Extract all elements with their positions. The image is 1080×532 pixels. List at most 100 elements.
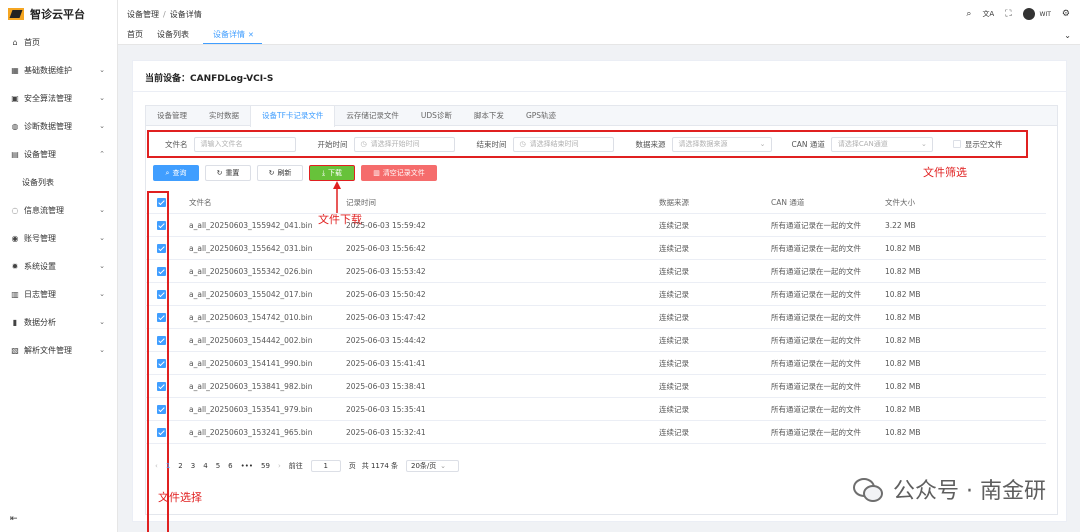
table-row[interactable]: a_all_20250603_153841_982.bin 2025-06-03 … [145,375,1046,398]
breadcrumb-item[interactable]: 设备管理 [127,10,159,19]
translate-icon[interactable]: 文A [982,9,994,19]
file-name-cell: a_all_20250603_154141_990.bin [189,358,313,368]
col-file-name[interactable]: 文件名 [177,197,346,208]
can-channel-select[interactable]: 请选择CAN通道 ⌄ [830,136,933,152]
col-file-size[interactable]: 文件大小 [885,197,985,208]
tab-item[interactable]: 设备TF卡记录文件 [250,106,336,127]
file-name-input[interactable]: 请输入文件名 [193,136,296,152]
settings-icon[interactable]: ⚙ [1062,9,1070,19]
data-source-select[interactable]: 请选择数据来源 ⌄ [671,136,772,152]
annotation-select-box [147,191,169,532]
tab-item[interactable]: UDS诊断 [410,106,463,126]
grid-icon: ▦ [11,65,19,75]
user-icon: ◉ [11,233,19,243]
sidebar-item[interactable]: ▣ 安全算法管理 ⌄ [0,84,117,112]
table-row[interactable]: a_all_20250603_155642_031.bin 2025-06-03 … [145,237,1046,260]
start-time-picker[interactable]: ◷ 请选择开始时间 [353,136,455,152]
sidebar-item[interactable]: ⌂ 首页 [0,28,117,56]
table-row[interactable]: a_all_20250603_155942_041.bin 2025-06-03 … [145,214,1046,237]
table-row[interactable]: a_all_20250603_154742_010.bin 2025-06-03 … [145,306,1046,329]
col-record-time[interactable]: 记录时间 [346,197,659,208]
search-icon[interactable]: ⌕ [966,9,971,19]
page-size-select[interactable]: 20条/页 ⌄ [406,459,460,472]
col-can-channel[interactable]: CAN 通道 [771,197,885,208]
file-name-cell: a_all_20250603_153541_979.bin [189,404,313,414]
page-number[interactable]: 5 [216,462,220,470]
record-time-cell: 2025-06-03 15:44:42 [346,335,426,345]
annotation-filter: 文件筛选 [923,166,967,179]
close-icon[interactable]: ✕ [248,31,254,39]
end-time-picker[interactable]: ◷ 请选择结束时间 [512,136,614,152]
monitor-icon: ◍ [11,121,19,131]
fullscreen-icon[interactable]: ⛶ [1005,9,1011,19]
page-number[interactable]: 59 [261,462,270,470]
sidebar-item[interactable]: ✹ 系统设置 ⌄ [0,252,117,280]
can-channel-cell: 所有通道记录在一起的文件 [771,404,861,414]
query-label: 查询 [172,169,187,177]
sidebar-item[interactable]: ◉ 账号管理 ⌄ [0,224,117,252]
collapse-sidebar-icon[interactable]: ⇤ [10,514,18,524]
sidebar-item[interactable]: ▦ 基础数据维护 ⌄ [0,56,117,84]
page-number[interactable]: ••• [241,462,253,470]
file-name-cell: a_all_20250603_154442_002.bin [189,335,313,345]
table-row[interactable]: a_all_20250603_154141_990.bin 2025-06-03 … [145,352,1046,375]
col-data-source[interactable]: 数据来源 [659,197,771,208]
page-number[interactable]: 2 [178,462,182,470]
table-row[interactable]: a_all_20250603_153241_965.bin 2025-06-03 … [145,421,1046,444]
can-channel-label: CAN 通道 [791,139,825,149]
sidebar-item[interactable]: ◌ 信息流管理 ⌄ [0,196,117,224]
file-size-cell: 10.82 MB [885,243,921,253]
next-page-icon[interactable]: › [278,462,281,470]
user-name[interactable]: WIT [1040,11,1051,18]
tab-item[interactable]: 云存储记录文件 [335,106,410,126]
prev-page-icon[interactable]: ‹ [155,462,158,470]
chevron-down-icon[interactable]: ⌄ [1064,31,1071,40]
reset-button[interactable]: ↻ 重置 [205,165,251,181]
query-button[interactable]: ⌕ 查询 [153,165,199,181]
sidebar-item[interactable]: ▤ 设备管理 ⌃ [0,140,117,168]
app-logo[interactable]: 智诊云平台 [0,0,117,28]
page-number[interactable]: 6 [228,462,232,470]
refresh-button[interactable]: ↻ 刷新 [257,165,303,181]
table-row[interactable]: a_all_20250603_155042_017.bin 2025-06-03 … [145,283,1046,306]
download-button[interactable]: ⤓ 下载 [309,165,355,181]
file-name-cell: a_all_20250603_155042_017.bin [189,289,313,299]
data-source-placeholder: 请选择数据来源 [678,140,728,148]
clock-icon: ◷ [519,140,526,148]
sidebar-item[interactable]: ▮ 数据分析 ⌄ [0,308,117,336]
tab-item[interactable]: GPS轨迹 [515,106,567,126]
sidebar-item[interactable]: ▧ 解析文件管理 ⌄ [0,336,117,364]
table-row[interactable]: a_all_20250603_155342_026.bin 2025-06-03 … [145,260,1046,283]
page-number[interactable]: 1 [166,462,170,470]
tag-home[interactable]: 首页 [127,29,151,44]
record-time-cell: 2025-06-03 15:50:42 [346,289,426,299]
tag-device-detail[interactable]: 设备详情 ✕ [203,29,262,44]
tab-item[interactable]: 设备管理 [146,106,198,126]
clear-records-button[interactable]: ▥ 清空记录文件 [361,165,437,181]
goto-page-input[interactable]: 1 [310,459,341,472]
tags-view: 首页 设备列表 设备详情 ✕ ⌄ [118,28,1080,45]
file-size-cell: 10.82 MB [885,266,921,276]
data-source-cell: 连续记录 [659,358,689,368]
tab-item[interactable]: 脚本下发 [463,106,515,126]
sidebar-item-label: 安全算法管理 [24,93,72,103]
show-empty-checkbox[interactable] [952,140,961,148]
table-row[interactable]: a_all_20250603_153541_979.bin 2025-06-03 … [145,398,1046,421]
sidebar-item[interactable]: ▥ 日志管理 ⌄ [0,280,117,308]
sidebar-item[interactable]: ◍ 诊断数据管理 ⌄ [0,112,117,140]
sidebar-subitem-device-list[interactable]: 设备列表 [0,168,117,196]
page-number[interactable]: 3 [191,462,195,470]
avatar[interactable] [1022,8,1035,20]
tab-item[interactable]: 实时数据 [198,106,250,126]
file-size-cell: 3.22 MB [885,220,916,230]
can-channel-cell: 所有通道记录在一起的文件 [771,427,861,437]
chevron-down-icon: ⌄ [99,122,105,130]
page-number[interactable]: 4 [203,462,207,470]
sidebar-item-label: 日志管理 [24,289,56,299]
filter-form: 文件名 请输入文件名 开始时间 ◷ 请选择开始时间 结束时间 ◷ 请选择结束时间 数… [147,130,1028,158]
tag-device-list[interactable]: 设备列表 [157,29,197,44]
data-source-cell: 连续记录 [659,312,689,322]
download-label: 下载 [328,169,343,177]
start-time-placeholder: 请选择开始时间 [370,140,420,148]
table-row[interactable]: a_all_20250603_154442_002.bin 2025-06-03 … [145,329,1046,352]
